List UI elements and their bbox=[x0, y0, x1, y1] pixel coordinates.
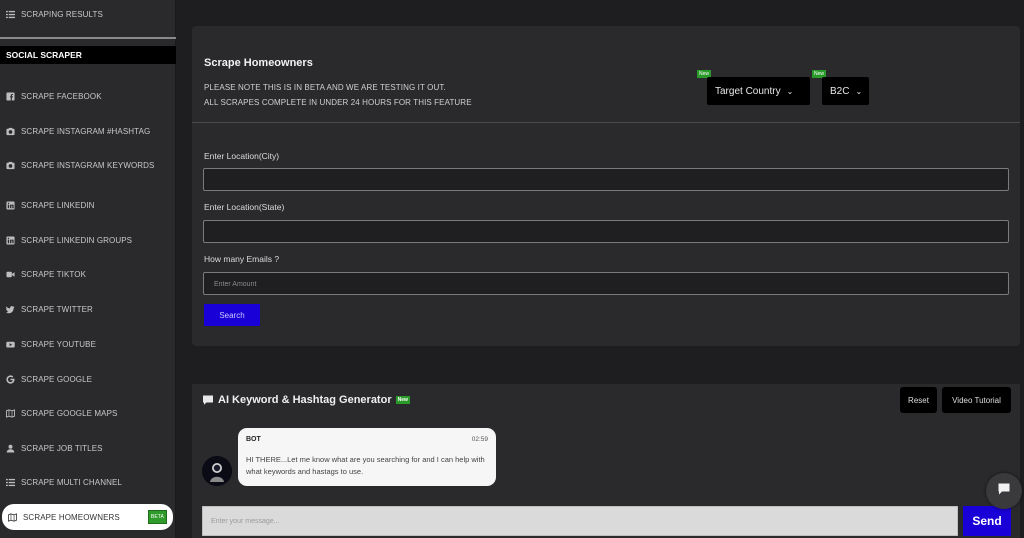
scrape-homeowners-panel: Scrape Homeowners PLEASE NOTE THIS IS IN… bbox=[192, 26, 1020, 346]
linkedin-icon bbox=[6, 200, 15, 210]
city-label: Enter Location(City) bbox=[204, 151, 280, 161]
sidebar-section-social-scraper: SOCIAL SCRAPER bbox=[0, 46, 176, 64]
audience-type-select[interactable]: B2C ⌄ bbox=[822, 77, 869, 105]
sidebar-item-label: SCRAPE LINKEDIN GROUPS bbox=[21, 235, 133, 245]
bot-message-bubble: BOT 02:59 HI THERE...Let me know what ar… bbox=[238, 428, 496, 486]
completion-note: ALL SCRAPES COMPLETE IN UNDER 24 HOURS F… bbox=[204, 98, 472, 107]
chat-title: AI Keyword & Hashtag Generator New bbox=[202, 394, 410, 406]
sidebar-item-twitter[interactable]: SCRAPE TWITTER bbox=[0, 297, 176, 321]
sidebar-item-linkedin[interactable]: SCRAPE LINKEDIN bbox=[0, 193, 176, 217]
sidebar-item-instagram-hashtag[interactable]: SCRAPE INSTAGRAM #HASHTAG bbox=[0, 119, 176, 143]
sidebar-item-job-titles[interactable]: SCRAPE JOB TITLES bbox=[0, 436, 176, 460]
sidebar-item-label: SCRAPE JOB TITLES bbox=[21, 443, 103, 453]
sidebar-item-label: SCRAPE GOOGLE bbox=[21, 374, 93, 384]
sidebar-item-linkedin-groups[interactable]: SCRAPE LINKEDIN GROUPS bbox=[0, 228, 176, 252]
page-title: Scrape Homeowners bbox=[204, 57, 313, 69]
sidebar-item-label: SCRAPING RESULTS bbox=[21, 9, 103, 19]
twitter-icon bbox=[6, 305, 15, 314]
sidebar-item-facebook[interactable]: SCRAPE FACEBOOK bbox=[0, 84, 176, 108]
map-icon bbox=[8, 512, 17, 522]
sidebar-item-multi-channel[interactable]: SCRAPE MULTI CHANNEL bbox=[0, 470, 176, 494]
sidebar-item-label: SCRAPE INSTAGRAM KEYWORDS bbox=[21, 160, 155, 170]
panel-divider bbox=[192, 122, 1020, 123]
chevron-down-icon: ⌄ bbox=[855, 86, 863, 96]
state-input[interactable] bbox=[204, 222, 1008, 243]
bot-avatar bbox=[202, 456, 232, 486]
sidebar-item-label: SCRAPE TWITTER bbox=[21, 304, 93, 314]
list-icon bbox=[6, 478, 15, 487]
message-field[interactable] bbox=[202, 506, 958, 536]
send-button[interactable]: Send bbox=[963, 506, 1011, 536]
target-country-select[interactable]: Target Country ⌄ bbox=[707, 77, 810, 105]
chat-launcher-button[interactable] bbox=[986, 473, 1022, 509]
sidebar-item-label: SCRAPE INSTAGRAM #HASHTAG bbox=[21, 126, 151, 136]
map-icon bbox=[6, 408, 15, 418]
emails-label: How many Emails ? bbox=[204, 254, 280, 264]
reset-button[interactable]: Reset bbox=[900, 387, 937, 413]
beta-note: PLEASE NOTE THIS IS IN BETA AND WE ARE T… bbox=[204, 83, 446, 92]
video-icon bbox=[6, 270, 15, 279]
target-country-value: Target Country bbox=[715, 85, 781, 97]
emails-field[interactable] bbox=[203, 272, 1009, 295]
new-badge: New bbox=[395, 396, 410, 404]
state-field[interactable] bbox=[203, 220, 1009, 243]
sidebar-item-tiktok[interactable]: SCRAPE TIKTOK bbox=[0, 262, 176, 286]
youtube-icon bbox=[6, 340, 15, 349]
facebook-icon bbox=[6, 91, 15, 101]
bot-message-text: HI THERE...Let me know what are you sear… bbox=[246, 455, 485, 476]
sidebar-divider bbox=[0, 37, 176, 39]
video-tutorial-button[interactable]: Video Tutorial bbox=[942, 387, 1011, 413]
camera-icon bbox=[6, 127, 15, 136]
emails-input[interactable] bbox=[204, 274, 1008, 295]
chat-title-text: AI Keyword & Hashtag Generator bbox=[218, 394, 392, 406]
sidebar-item-label: SCRAPE FACEBOOK bbox=[21, 91, 102, 101]
sidebar-item-label: SCRAPE MULTI CHANNEL bbox=[21, 477, 122, 487]
chat-bubble-icon bbox=[997, 482, 1011, 501]
chat-bubble-icon bbox=[202, 394, 214, 406]
sidebar-item-homeowners[interactable]: SCRAPE HOMEOWNERS BETA bbox=[2, 504, 173, 530]
sidebar: SCRAPING RESULTS SOCIAL SCRAPER SCRAPE F… bbox=[0, 0, 176, 538]
sidebar-item-label: SCRAPE TIKTOK bbox=[21, 269, 87, 279]
state-label: Enter Location(State) bbox=[204, 202, 285, 212]
sidebar-item-label: SCRAPE LINKEDIN bbox=[21, 200, 95, 210]
sidebar-item-youtube[interactable]: SCRAPE YOUTUBE bbox=[0, 332, 176, 356]
search-button[interactable]: Search bbox=[204, 304, 260, 326]
sidebar-item-label: SCRAPE GOOGLE MAPS bbox=[21, 408, 118, 418]
camera-icon bbox=[6, 161, 15, 170]
linkedin-icon bbox=[6, 235, 15, 245]
ai-keyword-chat-panel: AI Keyword & Hashtag Generator New Reset… bbox=[192, 384, 1020, 538]
message-time: 02:59 bbox=[471, 436, 488, 443]
bot-name: BOT bbox=[246, 436, 261, 443]
city-field[interactable] bbox=[203, 168, 1009, 191]
message-input[interactable] bbox=[203, 507, 957, 535]
audience-type-value: B2C bbox=[830, 85, 850, 97]
city-input[interactable] bbox=[204, 170, 1008, 191]
list-icon bbox=[6, 10, 15, 19]
sidebar-item-google-maps[interactable]: SCRAPE GOOGLE MAPS bbox=[0, 401, 176, 425]
chevron-down-icon: ⌄ bbox=[786, 86, 794, 96]
user-icon bbox=[6, 444, 15, 453]
sidebar-item-scraping-results[interactable]: SCRAPING RESULTS bbox=[0, 2, 176, 26]
sidebar-item-google[interactable]: SCRAPE GOOGLE bbox=[0, 367, 176, 391]
sidebar-item-label: SCRAPE YOUTUBE bbox=[21, 339, 97, 349]
google-icon bbox=[6, 374, 15, 384]
sidebar-item-instagram-keywords[interactable]: SCRAPE INSTAGRAM KEYWORDS bbox=[0, 153, 176, 177]
beta-badge: BETA bbox=[147, 510, 167, 524]
sidebar-item-label: SCRAPE HOMEOWNERS bbox=[23, 512, 120, 522]
